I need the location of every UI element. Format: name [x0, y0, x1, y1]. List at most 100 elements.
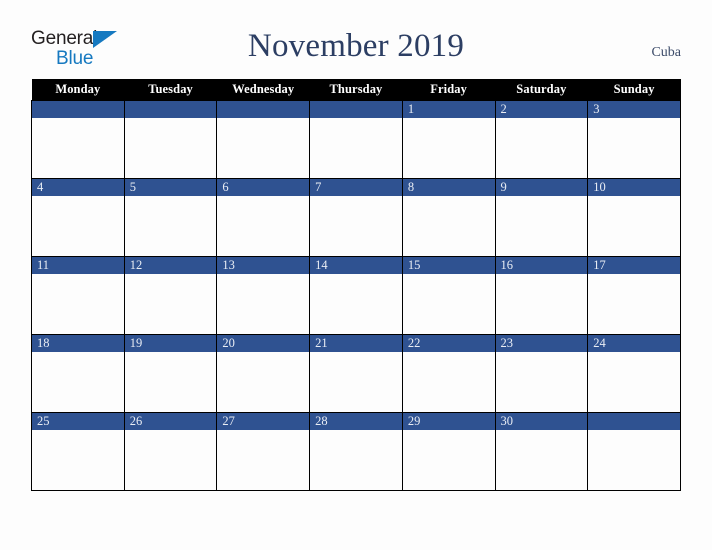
day-events-area[interactable]: [402, 430, 495, 490]
day-events-area[interactable]: [310, 118, 402, 178]
day-cell[interactable]: 5: [123, 178, 218, 257]
day-events-area[interactable]: [32, 352, 124, 412]
day-cell[interactable]: 18: [31, 334, 125, 413]
day-cell[interactable]: 2: [494, 100, 589, 179]
weekday-header-row: Monday Tuesday Wednesday Thursday Friday…: [31, 79, 681, 101]
day-cell[interactable]: 16: [494, 256, 589, 335]
day-cell[interactable]: [587, 412, 681, 491]
day-cell[interactable]: 30: [494, 412, 589, 491]
day-cell[interactable]: 19: [123, 334, 218, 413]
day-cell[interactable]: 7: [309, 178, 403, 257]
day-number: 25: [32, 413, 124, 430]
day-number: 27: [217, 413, 310, 430]
day-events-area[interactable]: [32, 274, 124, 334]
day-cell[interactable]: 3: [587, 100, 681, 179]
day-events-area[interactable]: [217, 352, 310, 412]
day-events-area[interactable]: [217, 430, 310, 490]
day-events-area[interactable]: [310, 196, 402, 256]
day-cell[interactable]: 15: [401, 256, 496, 335]
day-events-area[interactable]: [124, 430, 217, 490]
day-cell[interactable]: 21: [309, 334, 403, 413]
day-cell[interactable]: 9: [494, 178, 589, 257]
day-events-area[interactable]: [32, 118, 124, 178]
day-events-area[interactable]: [217, 196, 310, 256]
day-events-area[interactable]: [124, 274, 217, 334]
day-number: [310, 101, 402, 118]
day-number: 12: [124, 257, 217, 274]
day-number: 21: [310, 335, 402, 352]
day-cell[interactable]: [309, 100, 403, 179]
day-cell[interactable]: 14: [309, 256, 403, 335]
day-number: 16: [495, 257, 588, 274]
calendar-page: General Blue November 2019 Cuba Monday T…: [0, 0, 712, 550]
day-events-area[interactable]: [402, 274, 495, 334]
day-cell[interactable]: 23: [494, 334, 589, 413]
day-number: 30: [495, 413, 588, 430]
page-header: General Blue November 2019 Cuba: [0, 0, 712, 79]
day-events-area[interactable]: [124, 352, 217, 412]
day-events-area[interactable]: [402, 196, 495, 256]
day-cell[interactable]: 13: [216, 256, 311, 335]
day-cell[interactable]: [123, 100, 218, 179]
day-number: 29: [402, 413, 495, 430]
day-cell[interactable]: 6: [216, 178, 311, 257]
day-number: 1: [402, 101, 495, 118]
day-events-area[interactable]: [32, 430, 124, 490]
day-events-area[interactable]: [588, 430, 680, 490]
day-cell[interactable]: 17: [587, 256, 681, 335]
calendar-week-row: 18 19 20 21 22 23 24: [31, 334, 681, 413]
day-events-area[interactable]: [495, 196, 588, 256]
day-events-area[interactable]: [124, 196, 217, 256]
day-events-area[interactable]: [588, 274, 680, 334]
day-events-area[interactable]: [588, 118, 680, 178]
day-cell[interactable]: 25: [31, 412, 125, 491]
day-events-area[interactable]: [495, 430, 588, 490]
day-cell[interactable]: 29: [401, 412, 496, 491]
day-cell[interactable]: 12: [123, 256, 218, 335]
day-cell[interactable]: 8: [401, 178, 496, 257]
day-number: 19: [124, 335, 217, 352]
day-number: 26: [124, 413, 217, 430]
day-number: 9: [495, 179, 588, 196]
day-cell[interactable]: 11: [31, 256, 125, 335]
day-events-area[interactable]: [495, 352, 588, 412]
region-label: Cuba: [651, 45, 681, 60]
day-events-area[interactable]: [217, 274, 310, 334]
day-cell[interactable]: 10: [587, 178, 681, 257]
day-events-area[interactable]: [588, 196, 680, 256]
day-events-area[interactable]: [32, 196, 124, 256]
day-cell[interactable]: 24: [587, 334, 681, 413]
day-cell[interactable]: 28: [309, 412, 403, 491]
day-events-area[interactable]: [217, 118, 310, 178]
day-events-area[interactable]: [124, 118, 217, 178]
day-events-area[interactable]: [588, 352, 680, 412]
day-events-area[interactable]: [310, 352, 402, 412]
day-number: 4: [32, 179, 124, 196]
page-title: November 2019: [247, 28, 465, 64]
day-number: 17: [588, 257, 680, 274]
day-cell[interactable]: [216, 100, 311, 179]
weekday-header-thursday: Thursday: [309, 79, 403, 101]
day-number: 11: [32, 257, 124, 274]
day-cell[interactable]: [31, 100, 125, 179]
day-cell[interactable]: 4: [31, 178, 125, 257]
day-number: 8: [402, 179, 495, 196]
calendar-week-row: 11 12 13 14 15 16 17: [31, 256, 681, 335]
day-events-area[interactable]: [495, 274, 588, 334]
day-number: 24: [588, 335, 680, 352]
day-number: 2: [495, 101, 588, 118]
day-cell[interactable]: 26: [123, 412, 218, 491]
weekday-header-tuesday: Tuesday: [124, 79, 217, 101]
day-events-area[interactable]: [310, 430, 402, 490]
day-number: 23: [495, 335, 588, 352]
day-cell[interactable]: 27: [216, 412, 311, 491]
day-events-area[interactable]: [402, 352, 495, 412]
day-events-area[interactable]: [495, 118, 588, 178]
day-cell[interactable]: 1: [401, 100, 496, 179]
day-events-area[interactable]: [402, 118, 495, 178]
day-cell[interactable]: 20: [216, 334, 311, 413]
day-events-area[interactable]: [310, 274, 402, 334]
day-cell[interactable]: 22: [401, 334, 496, 413]
calendar-body: 1 2 3 4 5 6 7 8 9 10 11 12 13 14 15 16 1…: [31, 100, 681, 491]
day-number: 7: [310, 179, 402, 196]
